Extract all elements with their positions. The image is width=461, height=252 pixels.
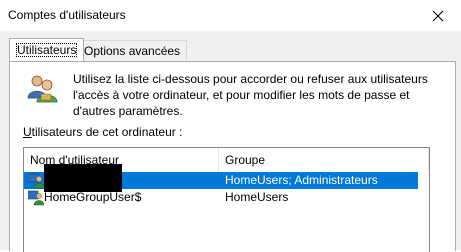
column-header-group[interactable]: Groupe — [219, 148, 429, 172]
column-header-label: Groupe — [225, 153, 266, 167]
title-bar: Comptes d'utilisateurs — [0, 0, 461, 31]
tab-label: Options avancées — [84, 44, 181, 58]
tab-label: Utilisateurs — [16, 43, 78, 57]
user-icon — [28, 190, 44, 206]
close-icon — [432, 10, 444, 21]
tab-panel: Utilisez la liste ci-dessous pour accord… — [9, 61, 456, 252]
tab-options-avancees[interactable]: Options avancées — [77, 40, 188, 61]
tab-utilisateurs[interactable]: Utilisateurs — [9, 38, 85, 61]
dialog-client: Utilisateurs Options avancées Utilisez l… — [0, 31, 461, 252]
row-group: HomeUsers — [225, 190, 289, 204]
users-section-label: Utilisateurs de cet ordinateur : — [23, 125, 182, 139]
table-row[interactable]: HomeGroupUser$ HomeUsers — [24, 189, 418, 206]
row-group: HomeUsers; Administrateurs — [225, 173, 378, 187]
users-listview[interactable]: Nom d'utilisateur Groupe HomeUsers; Admi… — [23, 147, 430, 252]
window-title: Comptes d'utilisateurs — [8, 8, 126, 22]
accelerator-letter: U — [23, 125, 32, 139]
table-row[interactable]: HomeUsers; Administrateurs — [24, 164, 418, 192]
description-text: Utilisez la liste ci-dessous pour accord… — [73, 72, 428, 118]
close-button[interactable] — [415, 0, 461, 31]
row-username: HomeGroupUser$ — [44, 190, 142, 204]
redacted-username — [44, 164, 122, 192]
user-icon — [28, 173, 44, 189]
section-label-text: tilisateurs de cet ordinateur : — [31, 125, 183, 139]
users-icon — [27, 75, 58, 103]
